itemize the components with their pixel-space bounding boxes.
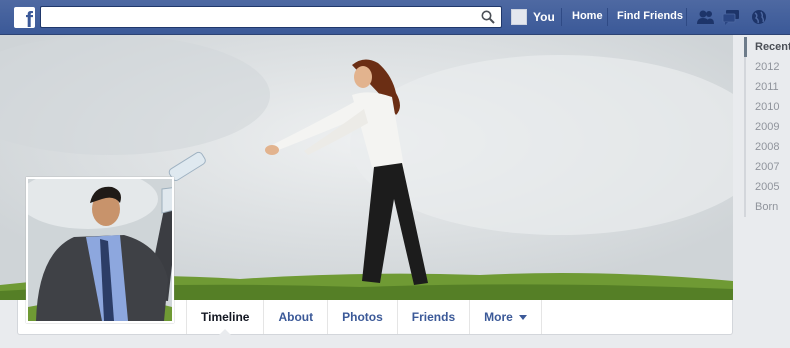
home-link[interactable]: Home <box>572 10 603 22</box>
tab-friends[interactable]: Friends <box>396 300 469 334</box>
facebook-timeline-page: f You Home Find Friends Timeline About P… <box>0 0 790 348</box>
profile-link-label: You <box>533 10 555 24</box>
profile-link[interactable]: You <box>511 8 555 26</box>
nav-divider <box>607 8 608 26</box>
top-navigation-bar: f You Home Find Friends <box>0 0 790 35</box>
chevron-down-icon <box>518 314 527 320</box>
tab-photos[interactable]: Photos <box>327 300 397 334</box>
year-link-2012[interactable]: 2012 <box>744 57 790 77</box>
nav-divider <box>686 8 687 26</box>
year-link-2007[interactable]: 2007 <box>744 157 790 177</box>
tab-label: Photos <box>342 310 383 324</box>
search-box[interactable] <box>40 6 502 28</box>
user-avatar <box>511 9 527 25</box>
search-icon[interactable] <box>481 10 495 24</box>
year-link-2011[interactable]: 2011 <box>744 77 790 97</box>
year-link-2010[interactable]: 2010 <box>744 97 790 117</box>
search-input[interactable] <box>41 7 471 27</box>
tab-label: More <box>484 310 513 324</box>
tab-label: Timeline <box>201 310 250 324</box>
facebook-logo[interactable]: f <box>14 7 35 32</box>
friend-requests-icon[interactable] <box>696 9 714 25</box>
tab-about[interactable]: About <box>263 300 327 334</box>
year-link-2005[interactable]: 2005 <box>744 177 790 197</box>
year-link-2009[interactable]: 2009 <box>744 117 790 137</box>
profile-tabs: Timeline About Photos Friends More <box>186 300 542 335</box>
year-link-2008[interactable]: 2008 <box>744 137 790 157</box>
find-friends-link[interactable]: Find Friends <box>617 10 683 22</box>
facebook-logo-letter: f <box>25 7 33 32</box>
tab-label: Friends <box>411 310 456 324</box>
tab-label: About <box>278 310 314 324</box>
year-link-born[interactable]: Born <box>744 197 790 217</box>
messages-icon[interactable] <box>722 9 740 25</box>
tab-more[interactable]: More <box>469 300 542 334</box>
profile-picture[interactable] <box>26 177 174 323</box>
nav-divider <box>561 8 562 26</box>
tab-timeline[interactable]: Timeline <box>186 300 263 335</box>
profile-picture-image <box>28 179 172 321</box>
timeline-year-navigator: Recent 2012 2011 2010 2009 2008 2007 200… <box>744 37 790 217</box>
notifications-globe-icon[interactable] <box>750 9 768 25</box>
year-link-recent[interactable]: Recent <box>744 37 790 57</box>
